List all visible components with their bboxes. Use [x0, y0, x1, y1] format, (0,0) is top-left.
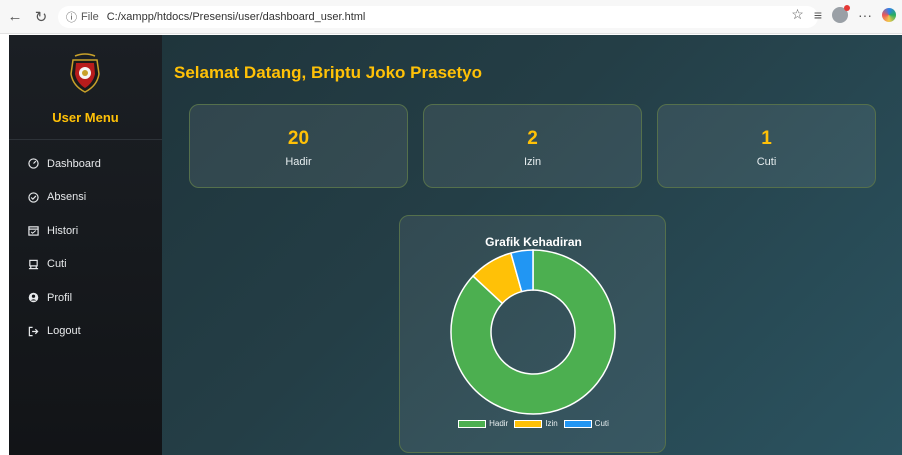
sidebar: User Menu Dashboard Absensi Histori Cuti [9, 35, 162, 455]
legend-swatch [458, 419, 487, 428]
attendance-donut-chart [450, 249, 616, 415]
legend-item-hadir[interactable]: Hadir [458, 419, 508, 428]
legend-label: Hadir [489, 419, 509, 428]
legend-swatch [563, 419, 592, 428]
sidebar-item-label: Dashboard [47, 157, 101, 170]
url-scheme: File [81, 10, 99, 23]
legend-swatch [514, 419, 543, 428]
sidebar-title: User Menu [52, 110, 119, 125]
bed-icon [25, 259, 41, 270]
sidebar-item-absensi[interactable]: Absensi [9, 181, 162, 215]
favorite-star-icon[interactable]: ☆ [791, 6, 804, 23]
browser-toolbar: ← ↻ ⓘ File C:/xampp/htdocs/Presensi/user… [0, 0, 902, 34]
stat-value: 20 [287, 128, 310, 149]
sidebar-menu: Dashboard Absensi Histori Cuti Profil Lo… [9, 147, 162, 348]
stat-value: 2 [527, 128, 538, 149]
police-logo [70, 53, 100, 93]
sidebar-item-dashboard[interactable]: Dashboard [9, 147, 162, 181]
sidebar-item-label: Profil [47, 291, 73, 304]
profile-avatar[interactable] [832, 4, 850, 23]
sidebar-item-label: Logout [47, 325, 81, 338]
stat-label: Izin [523, 156, 542, 168]
legend-label: Cuti [594, 419, 609, 428]
legend-label: Izin [545, 419, 558, 428]
legend-item-izin[interactable]: Izin [514, 419, 558, 428]
user-circle-icon [25, 292, 41, 303]
refresh-icon[interactable]: ↻ [30, 6, 52, 28]
check-circle-icon [25, 192, 41, 203]
calendar-icon [25, 225, 41, 236]
stat-card-hadir: 20 Hadir [189, 104, 408, 188]
attendance-chart-card: Grafik Kehadiran Hadir Izin Cuti [399, 215, 666, 453]
sidebar-item-cuti[interactable]: Cuti [9, 248, 162, 282]
copilot-icon[interactable] [882, 7, 896, 22]
stat-label: Hadir [285, 156, 312, 168]
sidebar-divider [9, 139, 162, 140]
chart-legend: Hadir Izin Cuti [400, 419, 667, 428]
sidebar-item-profil[interactable]: Profil [9, 281, 162, 315]
info-icon[interactable]: ⓘ [66, 9, 77, 25]
sidebar-item-label: Cuti [47, 258, 67, 271]
sidebar-item-label: Histori [47, 224, 79, 237]
back-icon[interactable]: ← [4, 6, 26, 28]
page-title: Selamat Datang, Briptu Joko Prasetyo [174, 63, 482, 82]
favorites-list-icon[interactable]: ≡ [814, 7, 822, 23]
sidebar-item-histori[interactable]: Histori [9, 214, 162, 248]
dashboard-icon [25, 158, 41, 169]
legend-item-cuti[interactable]: Cuti [563, 419, 609, 428]
more-options-icon[interactable]: ··· [858, 7, 872, 23]
sidebar-item-logout[interactable]: Logout [9, 315, 162, 349]
stat-label: Cuti [756, 156, 777, 168]
sidebar-item-label: Absensi [47, 191, 87, 204]
stat-card-cuti: 1 Cuti [657, 104, 876, 188]
main-content: Selamat Datang, Briptu Joko Prasetyo 20 … [162, 35, 902, 455]
stat-card-izin: 2 Izin [423, 104, 642, 188]
stat-value: 1 [761, 128, 772, 149]
url-text: C:/xampp/htdocs/Presensi/user/dashboard_… [106, 10, 366, 23]
address-bar[interactable]: ⓘ File C:/xampp/htdocs/Presensi/user/das… [58, 5, 818, 28]
logout-icon [25, 326, 41, 337]
